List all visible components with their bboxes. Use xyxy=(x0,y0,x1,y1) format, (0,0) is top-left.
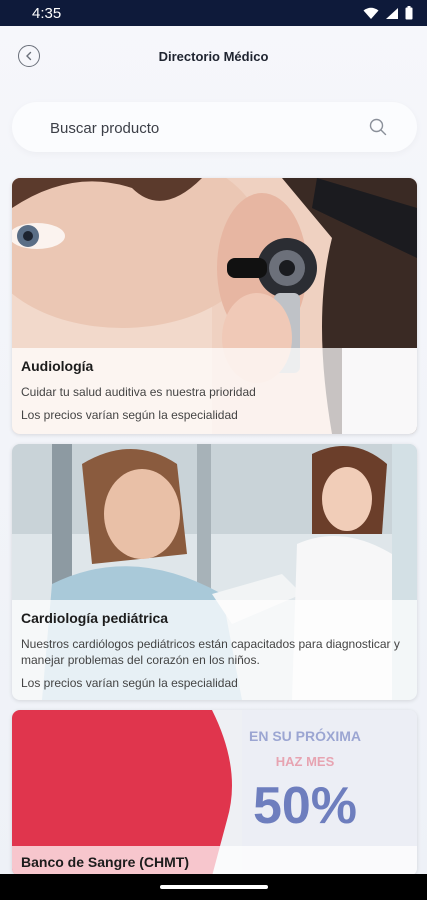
status-bar: 4:35 xyxy=(0,0,427,26)
home-indicator[interactable] xyxy=(159,885,268,889)
card-info: Banco de Sangre (CHMT) xyxy=(12,846,417,876)
banner-line-1: EN SU PRÓXIMA xyxy=(248,728,361,744)
card-title: Audiología xyxy=(21,358,94,374)
wifi-icon xyxy=(363,7,379,19)
search-box xyxy=(12,102,417,154)
specialty-card-cardiologia-pediatrica[interactable]: Cardiología pediátrica Nuestros cardiólo… xyxy=(12,444,417,700)
search-icon[interactable] xyxy=(369,118,387,136)
back-icon xyxy=(26,51,32,61)
banner-discount: 50% xyxy=(252,777,358,835)
specialty-card-banco-de-sangre[interactable]: EN SU PRÓXIMA HAZ MES 50% Banco de Sangr… xyxy=(12,710,417,876)
card-info: Audiología Cuidar tu salud auditiva es n… xyxy=(12,348,417,434)
card-title: Banco de Sangre (CHMT) xyxy=(21,854,190,870)
card-price-note: Los precios varían según la especialidad xyxy=(21,676,238,690)
card-title: Cardiología pediátrica xyxy=(21,610,169,626)
back-button[interactable] xyxy=(18,45,40,67)
page-title: Directorio Médico xyxy=(158,48,269,64)
search-input[interactable] xyxy=(48,102,352,154)
signal-icon xyxy=(386,7,398,19)
status-time: 4:35 xyxy=(32,4,62,22)
app-header: Directorio Médico xyxy=(0,26,427,86)
specialty-card-audiologia[interactable]: Audiología Cuidar tu salud auditiva es n… xyxy=(12,178,417,434)
status-icons xyxy=(363,6,413,20)
card-description: Nuestros cardiólogos pediátricos están c… xyxy=(21,637,400,667)
card-price-note: Los precios varían según la especialidad xyxy=(21,408,238,422)
battery-icon xyxy=(405,6,413,20)
card-description: Cuidar tu salud auditiva es nuestra prio… xyxy=(21,385,256,399)
card-info: Cardiología pediátrica Nuestros cardiólo… xyxy=(12,600,417,700)
navigation-bar xyxy=(0,874,427,900)
banner-line-2: HAZ MES xyxy=(275,754,335,769)
